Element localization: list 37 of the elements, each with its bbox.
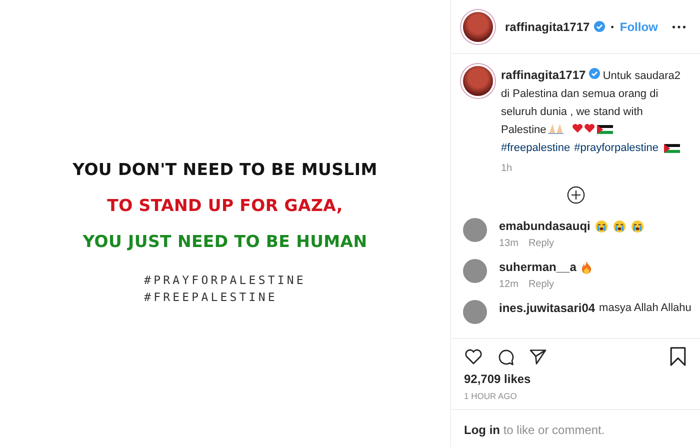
quote-line: YOU DON'T NEED TO BE MUSLIM: [72, 158, 378, 180]
share-icon[interactable]: [529, 348, 547, 366]
username-link[interactable]: raffinagita1717: [505, 20, 590, 34]
avatar[interactable]: [463, 12, 493, 42]
more-options-icon[interactable]: [672, 24, 686, 28]
hashtag-link[interactable]: #freepalestine: [501, 139, 570, 157]
post-time: 1h: [501, 163, 514, 174]
login-link[interactable]: Log in: [464, 423, 500, 437]
crying-face-icon: [631, 220, 644, 232]
username-link[interactable]: raffinagita1717: [501, 68, 586, 82]
flag-icon: [597, 125, 614, 134]
username-link[interactable]: ines.juwitasari04: [499, 300, 596, 316]
hashtag-link[interactable]: #prayforpalestine: [574, 139, 658, 157]
comment-time: 12m: [499, 279, 518, 290]
hearts-icon: [572, 123, 596, 134]
bookmark-icon[interactable]: [670, 347, 686, 366]
separator-dot: •: [610, 22, 614, 32]
flag-icon: [664, 144, 680, 152]
likes-count[interactable]: 92,709 likes: [451, 366, 700, 386]
hashtag-text: #PRAYFORPALESTINE: [144, 272, 306, 288]
avatar[interactable]: [463, 66, 493, 96]
quote-line: YOU JUST NEED TO BE HUMAN: [82, 230, 368, 252]
quote-line: TO STAND UP FOR GAZA,: [107, 194, 343, 216]
comment-icon[interactable]: [497, 348, 515, 366]
username-link[interactable]: emabundasauqi: [499, 218, 590, 234]
fire-icon: [581, 260, 592, 274]
username-link[interactable]: suherman__a: [499, 259, 576, 275]
load-more-icon[interactable]: [566, 186, 584, 204]
crying-face-icon: [595, 220, 608, 232]
post-timestamp: 1 HOUR AGO: [451, 386, 700, 410]
comment-text: masya Allah Allahu: [599, 301, 692, 316]
crying-face-icon: [613, 220, 626, 232]
comment-time: 13m: [499, 238, 518, 249]
caption-text: raffinagita1717 Untuk saudara2 di Palestina dan semua orang di seluruh dunia , we stand with Palestine: [501, 67, 682, 138]
login-prompt: to like or comment.: [503, 423, 605, 437]
hashtag-text: #FREEPALESTINE: [144, 288, 278, 306]
like-icon[interactable]: [464, 348, 483, 365]
